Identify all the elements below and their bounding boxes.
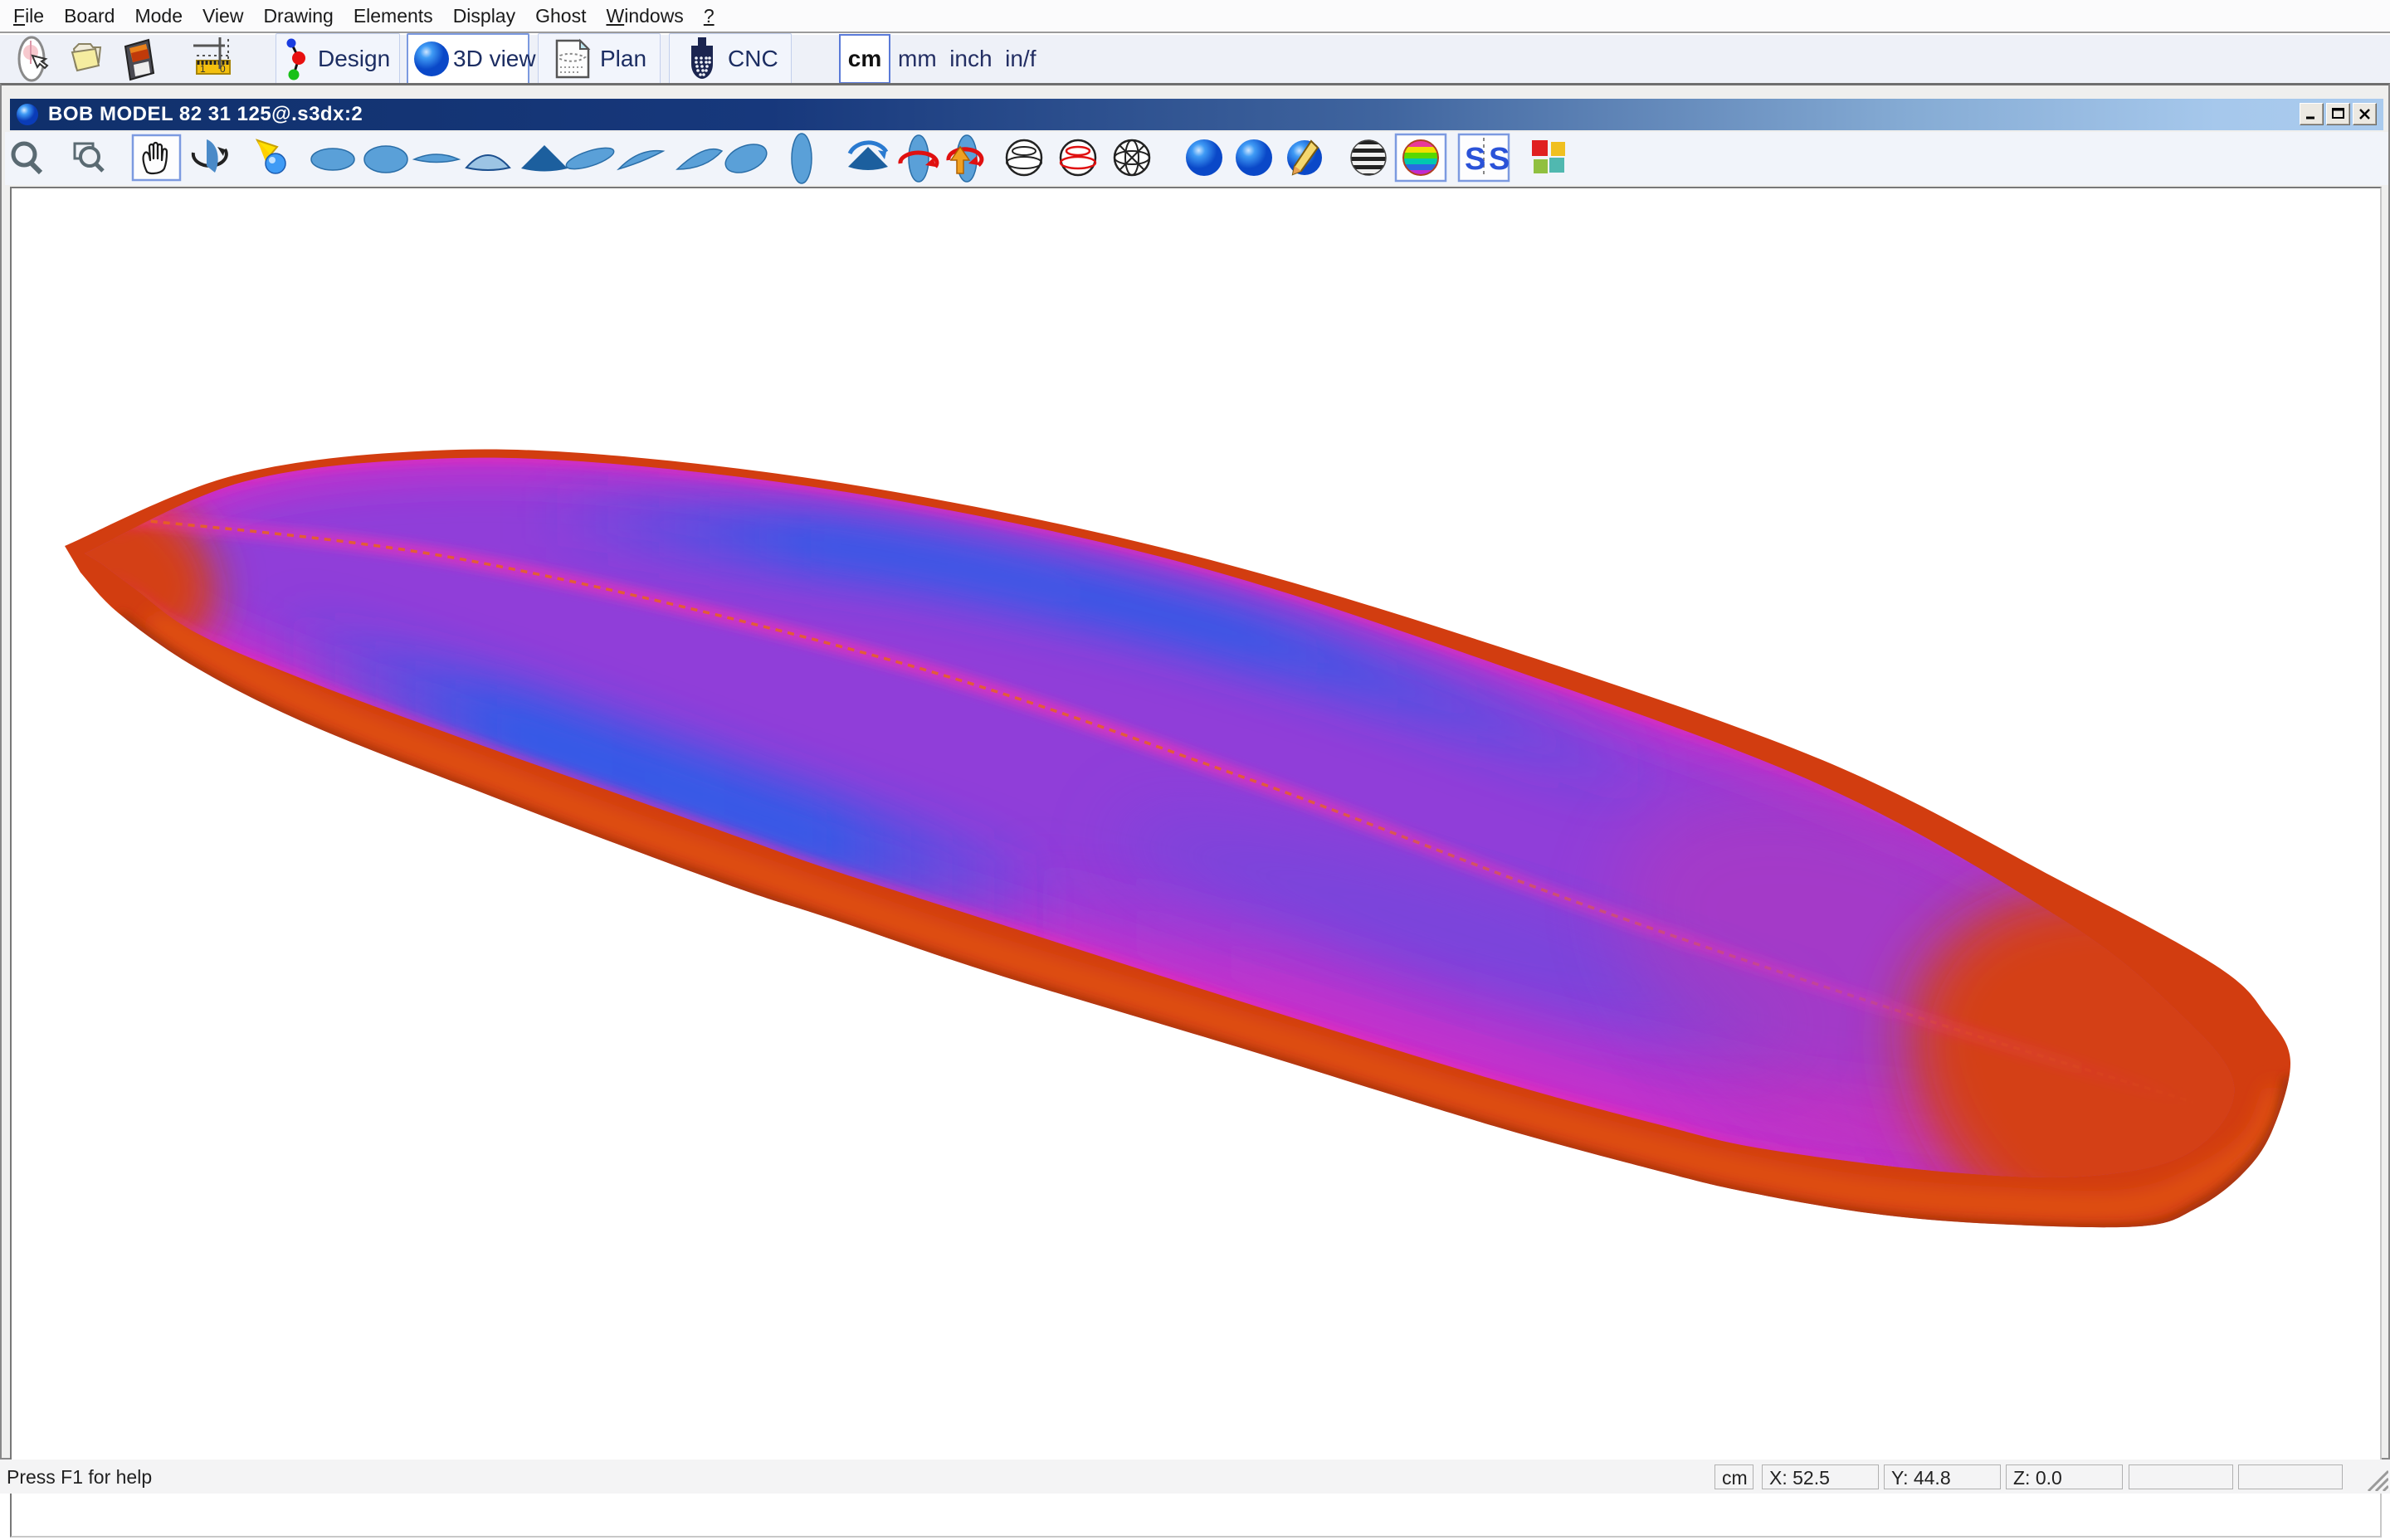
svg-text:S: S <box>1489 142 1510 177</box>
svg-text:S: S <box>1465 142 1485 177</box>
svg-text:0: 0 <box>220 63 226 75</box>
svg-text:1: 1 <box>200 63 206 75</box>
